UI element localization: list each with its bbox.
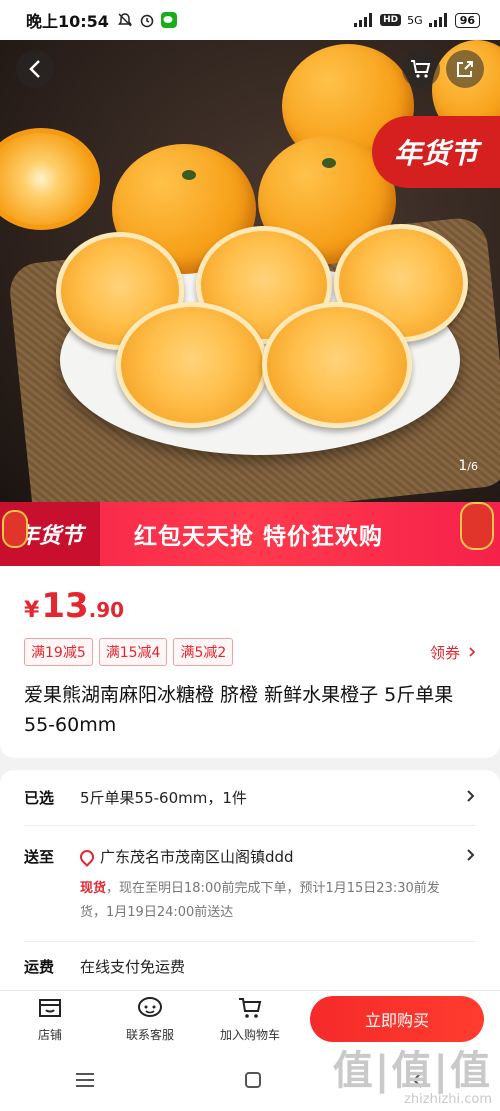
chevron-right-icon — [467, 849, 475, 861]
store-button[interactable]: 店铺 — [0, 996, 100, 1043]
mute-bell-icon — [117, 13, 132, 27]
peeled-orange-image — [262, 302, 412, 428]
coupon-list: 满19减5 满15减4 满5减2 领券 — [24, 638, 476, 666]
lantern-icon — [2, 510, 28, 548]
cart-icon — [411, 60, 431, 78]
product-image-carousel[interactable]: 年货节 1/6 — [0, 40, 500, 502]
menu-icon[interactable] — [75, 1072, 95, 1088]
promo-banner[interactable]: 年货节 红包天天抢 特价狂欢购 — [0, 502, 500, 566]
share-button[interactable] — [446, 50, 484, 88]
price: ¥ 13 .90 — [24, 586, 125, 626]
signal-icon-2 — [428, 13, 447, 27]
network-type: 5G — [407, 13, 423, 27]
home-icon[interactable] — [244, 1071, 262, 1089]
banner-slogan: 红包天天抢 特价狂欢购 — [134, 524, 384, 550]
signal-icon — [354, 13, 373, 27]
get-coupon-link[interactable]: 领券 — [430, 642, 476, 663]
hd-badge: HD — [380, 14, 402, 26]
delivery-address: 广东茂名市茂南区山阁镇ddd — [100, 848, 294, 866]
shipping-value: 在线支付免运费 — [80, 957, 186, 976]
coupon-tag[interactable]: 满19减5 — [24, 638, 93, 666]
store-icon — [39, 999, 61, 1017]
back-button[interactable] — [16, 50, 54, 88]
coupon-tag[interactable]: 满5减2 — [173, 638, 234, 666]
cut-orange-image — [0, 128, 100, 230]
location-pin-icon — [77, 847, 97, 867]
price-card: ¥ 13 .90 满19减5 满15减4 满5减2 领券 爱果熊湖南麻阳冰糖橙 … — [0, 566, 500, 758]
cart-icon — [239, 998, 262, 1018]
chat-icon — [138, 997, 162, 1017]
promo-tag: 年货节 — [372, 116, 500, 188]
back-arrow-icon — [29, 60, 40, 78]
status-time: 晚上10:54 — [26, 12, 109, 31]
shipping-row: 运费 在线支付免运费 — [24, 942, 476, 990]
image-counter: 1/6 — [458, 458, 478, 474]
customer-service-button[interactable]: 联系客服 — [100, 996, 200, 1043]
battery-icon: 96 — [454, 12, 480, 28]
alarm-clock-icon — [140, 14, 154, 28]
watermark: 值|值|值 zhizhizhi.com — [332, 1048, 492, 1107]
add-to-cart-button[interactable]: 加入购物车 — [200, 996, 300, 1043]
chevron-right-icon — [469, 647, 476, 657]
chevron-right-icon — [467, 790, 475, 802]
product-title: 爱果熊湖南麻阳冰糖橙 脐橙 新鲜水果橙子 5斤单果55-60mm — [24, 684, 454, 736]
selected-spec-value: 5斤单果55-60mm，1件 — [80, 789, 247, 807]
buy-now-button[interactable]: 立即购买 — [310, 996, 484, 1042]
lantern-icon — [460, 502, 494, 550]
status-bar: 晚上10:54 HD 5G 96 — [0, 0, 500, 40]
coupon-tag[interactable]: 满15减4 — [98, 638, 168, 666]
cart-button[interactable] — [402, 50, 440, 88]
selected-spec-row[interactable]: 已选 5斤单果55-60mm，1件 — [24, 770, 476, 826]
delivery-note: 现货，现在至明日18:00前完成下单，预计1月15日23:30前发货，1月19日… — [80, 881, 440, 920]
share-icon — [457, 61, 473, 77]
delivery-address-row[interactable]: 送至 广东茂名市茂南区山阁镇ddd 现货，现在至明日18:00前完成下单，预计1… — [24, 826, 476, 942]
system-nav-bar: 值|值|值 zhizhizhi.com — [0, 1048, 500, 1111]
product-info-card: 已选 5斤单果55-60mm，1件 送至 广东茂名市茂南区山阁镇ddd 现货，现… — [0, 770, 500, 990]
wechat-icon — [160, 12, 177, 28]
peeled-orange-image — [116, 302, 268, 428]
